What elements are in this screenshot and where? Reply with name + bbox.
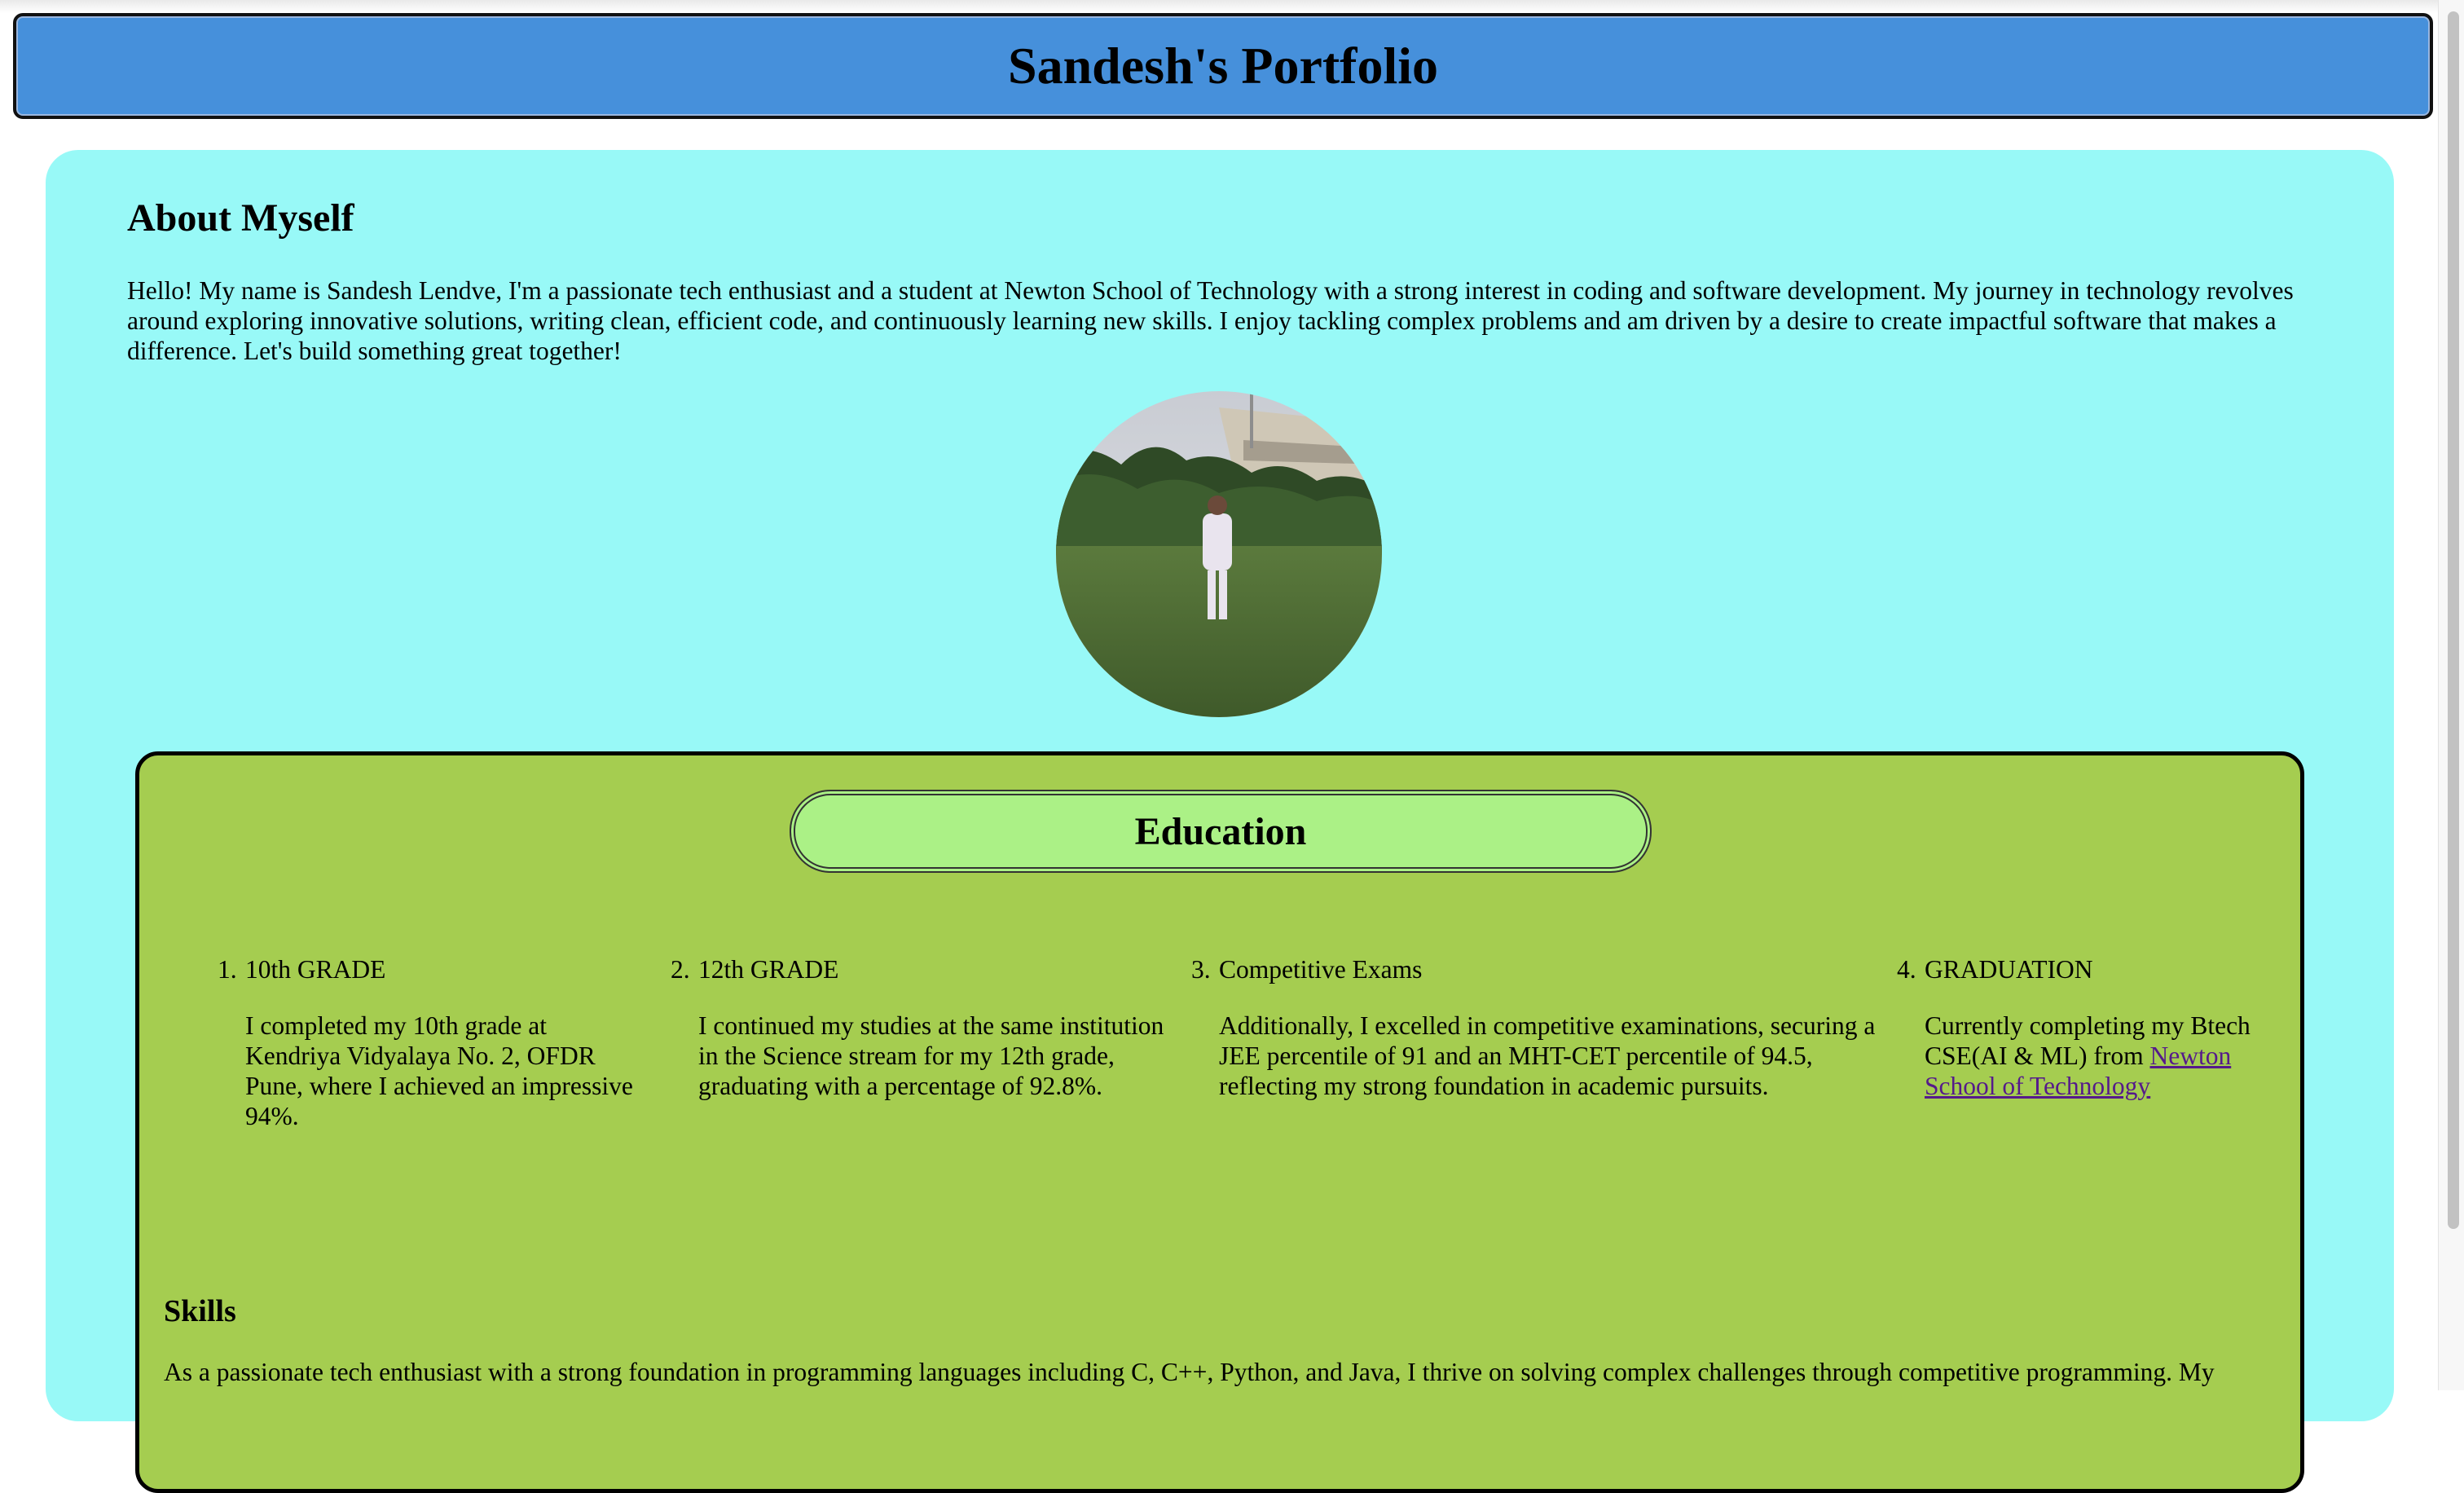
education-item-heading: GRADUATION [1925,955,2093,984]
page-header: Sandesh's Portfolio [13,13,2433,119]
profile-photo [1056,391,1382,717]
scrollbar-thumb[interactable] [2448,11,2459,1229]
education-item-number: 3. [1191,955,1211,984]
education-item-description-wrapper: Currently completing my Btech CSE(AI & M… [1925,1011,2251,1101]
education-item-number: 2. [671,955,690,984]
profile-photo-image [1056,391,1382,717]
education-item: 4. GRADUATION Currently completing my Bt… [1897,954,2251,1101]
education-title-pill: Education [790,790,1652,873]
about-text: Hello! My name is Sandesh Lendve, I'm a … [127,276,2294,365]
education-item-description: Additionally, I excelled in competitive … [1219,1011,1876,1100]
education-item-heading: Competitive Exams [1219,955,1423,984]
education-item-description: I completed my 10th grade at Kendriya Vi… [245,1011,633,1130]
education-title: Education [1134,809,1307,853]
education-item-description: I continued my studies at the same insti… [698,1011,1164,1100]
browser-top-strip [0,0,2464,13]
education-item-heading: 12th GRADE [698,955,839,984]
education-item-number: 4. [1897,955,1916,984]
education-item: 3. Competitive Exams Additionally, I exc… [1191,954,1879,1101]
education-item: 2. 12th GRADE I continued my studies at … [671,954,1179,1101]
about-section: About Myself Hello! My name is Sandesh L… [46,150,2394,1493]
page-title: Sandesh's Portfolio [1007,37,1439,95]
education-item-heading: 10th GRADE [245,955,386,984]
education-item: 1. 10th GRADE I completed my 10th grade … [218,954,645,1131]
about-title: About Myself [127,196,354,240]
skills-title: Skills [164,1294,236,1328]
education-section: Education 1. 10th GRADE I completed my 1… [135,751,2304,1493]
education-item-number: 1. [218,955,237,984]
skills-text: As a passionate tech enthusiast with a s… [164,1358,2215,1386]
